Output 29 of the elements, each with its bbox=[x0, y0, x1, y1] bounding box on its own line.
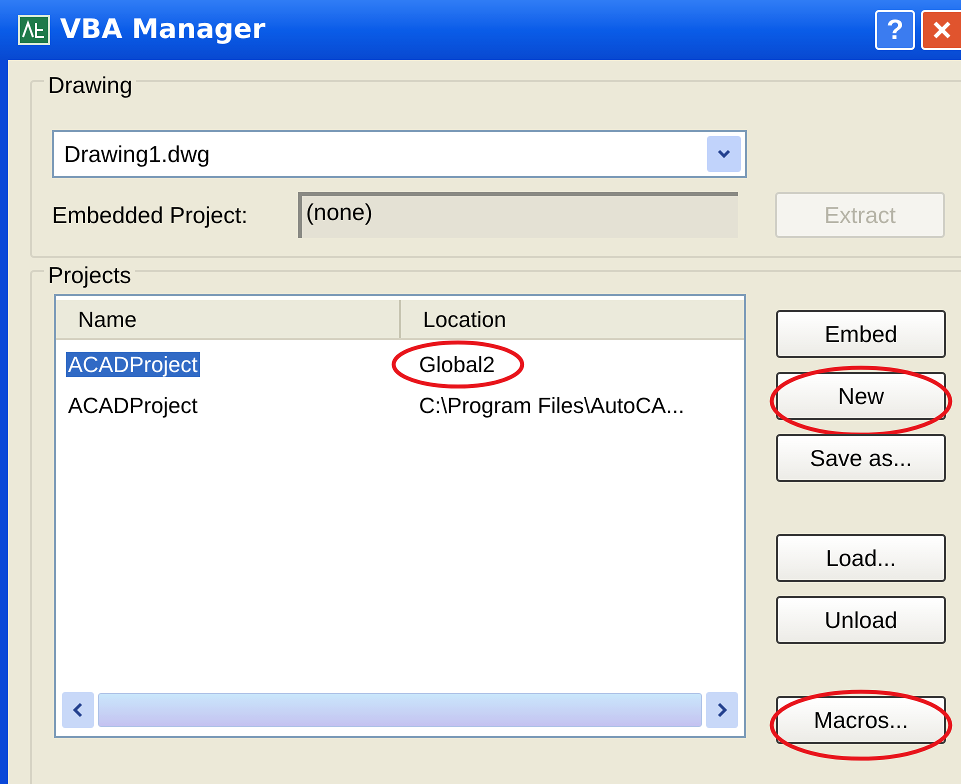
window-title: VBA Manager bbox=[60, 12, 266, 47]
help-button[interactable]: ? bbox=[875, 10, 915, 50]
close-button[interactable] bbox=[921, 10, 961, 50]
drawing-dropdown[interactable]: Drawing1.dwg bbox=[52, 130, 747, 178]
field-label: Embedded Project: bbox=[52, 200, 249, 230]
chevron-down-icon bbox=[717, 149, 731, 159]
close-icon bbox=[932, 20, 952, 40]
dialog-button[interactable]: Unload bbox=[776, 596, 946, 644]
dialog-button[interactable]: Save as... bbox=[776, 434, 946, 482]
column-header[interactable]: Name bbox=[56, 300, 401, 338]
embedded-project-field: (none) bbox=[298, 192, 738, 238]
chevron-right-icon bbox=[716, 702, 728, 718]
project-row[interactable]: ACADProject C:\Program Files\AutoCA... bbox=[56, 389, 744, 422]
dialog-button[interactable]: New bbox=[776, 372, 946, 420]
project-location: Global2 bbox=[419, 352, 495, 377]
dialog-button[interactable]: Load... bbox=[776, 534, 946, 582]
scroll-left-button[interactable] bbox=[62, 692, 94, 728]
scroll-thumb[interactable] bbox=[98, 693, 702, 727]
dialog-button[interactable]: Embed bbox=[776, 310, 946, 358]
column-header[interactable]: Location bbox=[401, 300, 744, 338]
project-name: ACADProject bbox=[66, 352, 200, 377]
app-icon bbox=[18, 15, 50, 45]
dropdown-value: Drawing1.dwg bbox=[64, 140, 211, 169]
project-name: ACADProject bbox=[67, 393, 199, 418]
dialog-button[interactable]: Macros... bbox=[776, 696, 946, 744]
project-location: C:\Program Files\AutoCA... bbox=[419, 393, 684, 418]
scroll-right-button[interactable] bbox=[706, 692, 738, 728]
chevron-left-icon bbox=[72, 702, 84, 718]
project-row[interactable]: ACADProject Global2 bbox=[56, 340, 744, 389]
